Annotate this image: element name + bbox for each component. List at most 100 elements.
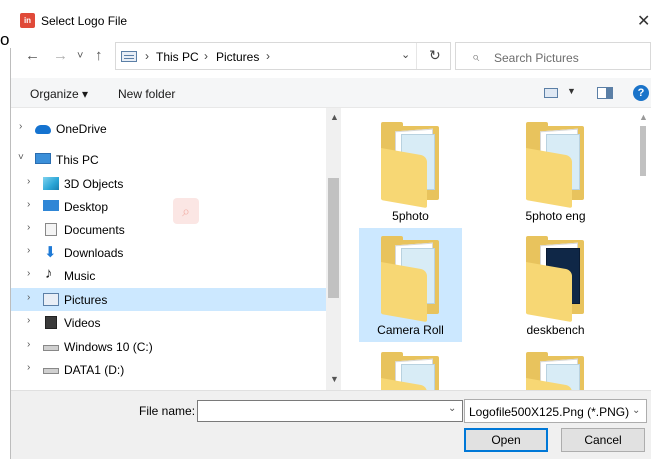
breadcrumb-separator-icon[interactable]: › [145, 49, 149, 63]
expand-chevron-icon[interactable]: › [27, 292, 30, 303]
breadcrumb-separator-icon[interactable]: › [266, 49, 270, 63]
expand-chevron-icon[interactable]: › [27, 315, 30, 326]
nav-item-data1-d[interactable]: › DATA1 (D:) [11, 358, 326, 381]
scrollbar-thumb[interactable] [640, 126, 646, 176]
nav-item-music[interactable]: › ♪ Music [11, 264, 326, 287]
folder-item[interactable]: deskbench [504, 228, 607, 342]
title-bar: in Select Logo File ✕ [11, 0, 651, 40]
organize-button[interactable]: Organize ▾ [30, 87, 88, 101]
folder-icon [381, 122, 439, 209]
navigation-pane: › OneDrive ˅ This PC › 3D Objects › Desk… [11, 108, 341, 390]
view-options-dropdown-icon[interactable]: ▼ [567, 86, 576, 96]
nav-item-label: This PC [56, 153, 99, 167]
breadcrumb-pictures[interactable]: Pictures [216, 50, 259, 64]
breadcrumb-this-pc[interactable]: This PC [156, 50, 199, 64]
file-list: 5photo 5photo eng Camera Roll deskbench [349, 108, 651, 390]
close-icon[interactable]: ✕ [637, 11, 650, 31]
nav-item-3d-objects[interactable]: › 3D Objects [11, 172, 326, 195]
nav-item-documents[interactable]: › Documents [11, 218, 326, 241]
pictures-icon [43, 293, 59, 306]
file-dialog: in Select Logo File ✕ ← → ˅ ↑ › This PC … [11, 0, 651, 459]
expand-chevron-icon[interactable]: › [27, 199, 30, 210]
nav-item-windows-c[interactable]: › Windows 10 (C:) [11, 335, 326, 358]
preview-pane-icon[interactable] [597, 87, 613, 99]
expand-chevron-icon[interactable]: › [19, 121, 22, 132]
desktop-icon [43, 200, 59, 211]
document-icon [45, 223, 57, 236]
dialog-title: Select Logo File [41, 14, 128, 28]
cube-icon [43, 177, 59, 190]
nav-item-label: Downloads [64, 246, 124, 260]
nav-item-onedrive[interactable]: › OneDrive [11, 117, 326, 140]
up-arrow-icon[interactable]: ↑ [95, 47, 103, 64]
expand-chevron-icon[interactable]: › [27, 339, 30, 350]
folder-item[interactable] [504, 344, 607, 390]
folder-item[interactable]: Camera Roll [359, 228, 462, 342]
collapse-chevron-icon[interactable]: ˅ [18, 152, 24, 163]
new-folder-button[interactable]: New folder [118, 87, 175, 101]
nav-item-this-pc[interactable]: ˅ This PC [11, 148, 326, 171]
command-bar: Organize ▾ New folder ▼ ? [11, 78, 651, 108]
folder-icon [381, 352, 439, 390]
file-type-select[interactable]: Logofile500X125.Png (*.PNG) ⌄ [464, 399, 647, 423]
help-icon[interactable]: ? [633, 85, 649, 101]
cloud-icon [35, 125, 51, 134]
nav-item-label: Desktop [64, 200, 109, 214]
navigation-scrollbar[interactable]: ▲ ▼ [326, 108, 341, 390]
expand-chevron-icon[interactable]: › [27, 222, 30, 233]
recent-locations-chevron-icon[interactable]: ˅ [77, 50, 83, 62]
folder-name: Camera Roll [377, 323, 444, 337]
scroll-up-icon[interactable]: ▲ [330, 112, 339, 122]
expand-chevron-icon[interactable]: › [27, 362, 30, 373]
nav-item-label: DATA1 (D:) [64, 363, 125, 377]
nav-item-label: 3D Objects [64, 177, 124, 191]
file-name-input[interactable] [197, 400, 463, 422]
folder-item[interactable] [359, 344, 462, 390]
folder-name: 5photo eng [525, 209, 586, 223]
address-bar[interactable]: › This PC › Pictures › ⌄ ↻ [115, 42, 451, 70]
breadcrumb-separator-icon[interactable]: › [204, 49, 208, 63]
nav-item-label: Windows 10 (C:) [64, 340, 153, 354]
app-icon: in [20, 13, 35, 28]
folder-item[interactable]: 5photo [359, 114, 462, 228]
folder-name: deskbench [526, 323, 585, 337]
search-box[interactable]: ⌕ Search Pictures [455, 42, 651, 70]
scrollbar-thumb[interactable] [328, 178, 339, 298]
file-type-dropdown-icon[interactable]: ⌄ [632, 405, 640, 416]
music-icon: ♪ [45, 265, 53, 282]
expand-chevron-icon[interactable]: › [27, 176, 30, 187]
nav-item-label: Videos [64, 316, 101, 330]
scroll-up-icon[interactable]: ▲ [639, 112, 648, 122]
expand-chevron-icon[interactable]: › [27, 245, 30, 256]
search-watermark-icon: ⌕ [173, 198, 199, 224]
folder-icon [526, 122, 584, 209]
change-view-icon[interactable] [544, 88, 558, 98]
cancel-button[interactable]: Cancel [561, 428, 645, 452]
address-divider [416, 43, 417, 69]
drive-icon [43, 368, 59, 374]
folder-icon [526, 236, 584, 323]
file-list-scrollbar[interactable]: ▲ [636, 108, 651, 390]
forward-arrow-icon[interactable]: → [53, 47, 68, 64]
nav-item-pictures[interactable]: › Pictures [11, 288, 326, 311]
nav-item-label: Documents [64, 223, 125, 237]
folder-name: 5photo [392, 209, 429, 223]
folder-icon [526, 352, 584, 390]
address-dropdown-icon[interactable]: ⌄ [401, 48, 410, 61]
nav-item-desktop[interactable]: › Desktop [11, 195, 326, 218]
download-icon: ⬇ [44, 244, 57, 261]
refresh-icon[interactable]: ↻ [429, 47, 441, 64]
open-button[interactable]: Open [464, 428, 548, 452]
folder-item[interactable]: 5photo eng [504, 114, 607, 228]
expand-chevron-icon[interactable]: › [27, 268, 30, 279]
file-type-value: Logofile500X125.Png (*.PNG) [469, 405, 630, 419]
nav-item-downloads[interactable]: › ⬇ Downloads [11, 241, 326, 264]
nav-item-label: Music [64, 269, 96, 283]
nav-item-videos[interactable]: › Videos [11, 311, 326, 334]
back-arrow-icon[interactable]: ← [25, 47, 40, 64]
background-glyph: o [0, 30, 10, 49]
scroll-down-icon[interactable]: ▼ [330, 374, 339, 384]
nav-item-label: OneDrive [56, 122, 107, 136]
nav-item-label: Pictures [64, 293, 108, 307]
search-placeholder: Search Pictures [494, 51, 579, 65]
